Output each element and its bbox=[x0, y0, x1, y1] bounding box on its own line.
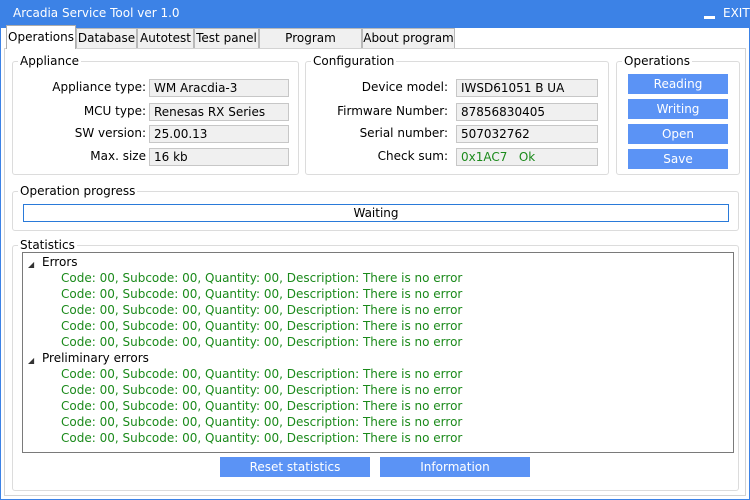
max-size-label: Max. size bbox=[90, 149, 146, 163]
title-bar: Arcadia Service Tool ver 1.0 EXIT bbox=[0, 0, 750, 28]
operations-group-title: Operations bbox=[622, 54, 692, 68]
max-size-field: 16 kb bbox=[149, 148, 289, 166]
tab-program-settings[interactable]: Program settings bbox=[259, 28, 362, 63]
operations-group: Operations Reading Writing Open Save bbox=[616, 54, 740, 175]
tab-about-program[interactable]: About program bbox=[362, 28, 455, 48]
serial-number-label: Serial number: bbox=[359, 126, 448, 140]
check-sum-field: 0x1AC7 Ok bbox=[456, 148, 598, 166]
list-item: Code: 00, Subcode: 00, Quantity: 00, Des… bbox=[61, 415, 463, 429]
tab-operations[interactable]: Operations bbox=[6, 25, 76, 49]
list-item: Code: 00, Subcode: 00, Quantity: 00, Des… bbox=[61, 431, 463, 445]
writing-button[interactable]: Writing bbox=[628, 99, 728, 119]
check-sum-label: Check sum: bbox=[377, 149, 448, 163]
firmware-number-label: Firmware Number: bbox=[337, 104, 448, 118]
appliance-type-label: Appliance type: bbox=[52, 80, 146, 94]
list-item: Code: 00, Subcode: 00, Quantity: 00, Des… bbox=[61, 271, 463, 285]
firmware-number-field: 87856830405 bbox=[456, 103, 598, 121]
open-button[interactable]: Open bbox=[628, 124, 728, 144]
statistics-tree[interactable]: ◢ Errors Code: 00, Subcode: 00, Quantity… bbox=[22, 252, 734, 453]
device-model-field: IWSD61051 B UA bbox=[456, 79, 598, 97]
tree-node-label: Errors bbox=[42, 255, 78, 269]
operations-panel: Appliance Appliance type: WM Aracdia-3 M… bbox=[4, 48, 746, 496]
configuration-group-title: Configuration bbox=[311, 54, 397, 68]
configuration-group: Configuration Device model: IWSD61051 B … bbox=[305, 54, 609, 175]
list-item: Code: 00, Subcode: 00, Quantity: 00, Des… bbox=[61, 399, 463, 413]
mcu-type-field: Renesas RX Series bbox=[149, 103, 289, 121]
save-button[interactable]: Save bbox=[628, 149, 728, 169]
minimize-icon[interactable] bbox=[704, 16, 715, 19]
tree-node-label: Preliminary errors bbox=[42, 351, 149, 365]
appliance-type-field: WM Aracdia-3 bbox=[149, 79, 289, 97]
expanded-triangle-icon[interactable]: ◢ bbox=[28, 257, 34, 273]
serial-number-field: 507032762 bbox=[456, 125, 598, 143]
reading-button[interactable]: Reading bbox=[628, 74, 728, 94]
list-item: Code: 00, Subcode: 00, Quantity: 00, Des… bbox=[61, 287, 463, 301]
sw-version-field: 25.00.13 bbox=[149, 125, 289, 143]
appliance-group-title: Appliance bbox=[18, 54, 82, 68]
list-item: Code: 00, Subcode: 00, Quantity: 00, Des… bbox=[61, 367, 463, 381]
expanded-triangle-icon[interactable]: ◢ bbox=[28, 353, 34, 369]
tab-test-panel[interactable]: Test panel bbox=[194, 28, 259, 48]
list-item: Code: 00, Subcode: 00, Quantity: 00, Des… bbox=[61, 319, 463, 333]
window-title: Arcadia Service Tool ver 1.0 bbox=[13, 6, 180, 20]
progress-bar: Waiting bbox=[23, 204, 729, 222]
statistics-group-title: Statistics bbox=[18, 238, 77, 252]
list-item: Code: 00, Subcode: 00, Quantity: 00, Des… bbox=[61, 303, 463, 317]
progress-group-title: Operation progress bbox=[18, 184, 138, 198]
sw-version-label: SW version: bbox=[74, 126, 146, 140]
exit-button[interactable]: EXIT bbox=[723, 6, 750, 20]
appliance-group: Appliance Appliance type: WM Aracdia-3 M… bbox=[12, 54, 299, 175]
device-model-label: Device model: bbox=[361, 80, 448, 94]
information-button[interactable]: Information bbox=[380, 457, 530, 477]
tab-autotest[interactable]: Autotest bbox=[137, 28, 194, 48]
list-item: Code: 00, Subcode: 00, Quantity: 00, Des… bbox=[61, 335, 463, 349]
tab-database[interactable]: Database bbox=[76, 28, 137, 48]
list-item: Code: 00, Subcode: 00, Quantity: 00, Des… bbox=[61, 383, 463, 397]
mcu-type-label: MCU type: bbox=[83, 104, 146, 118]
reset-statistics-button[interactable]: Reset statistics bbox=[220, 457, 370, 477]
